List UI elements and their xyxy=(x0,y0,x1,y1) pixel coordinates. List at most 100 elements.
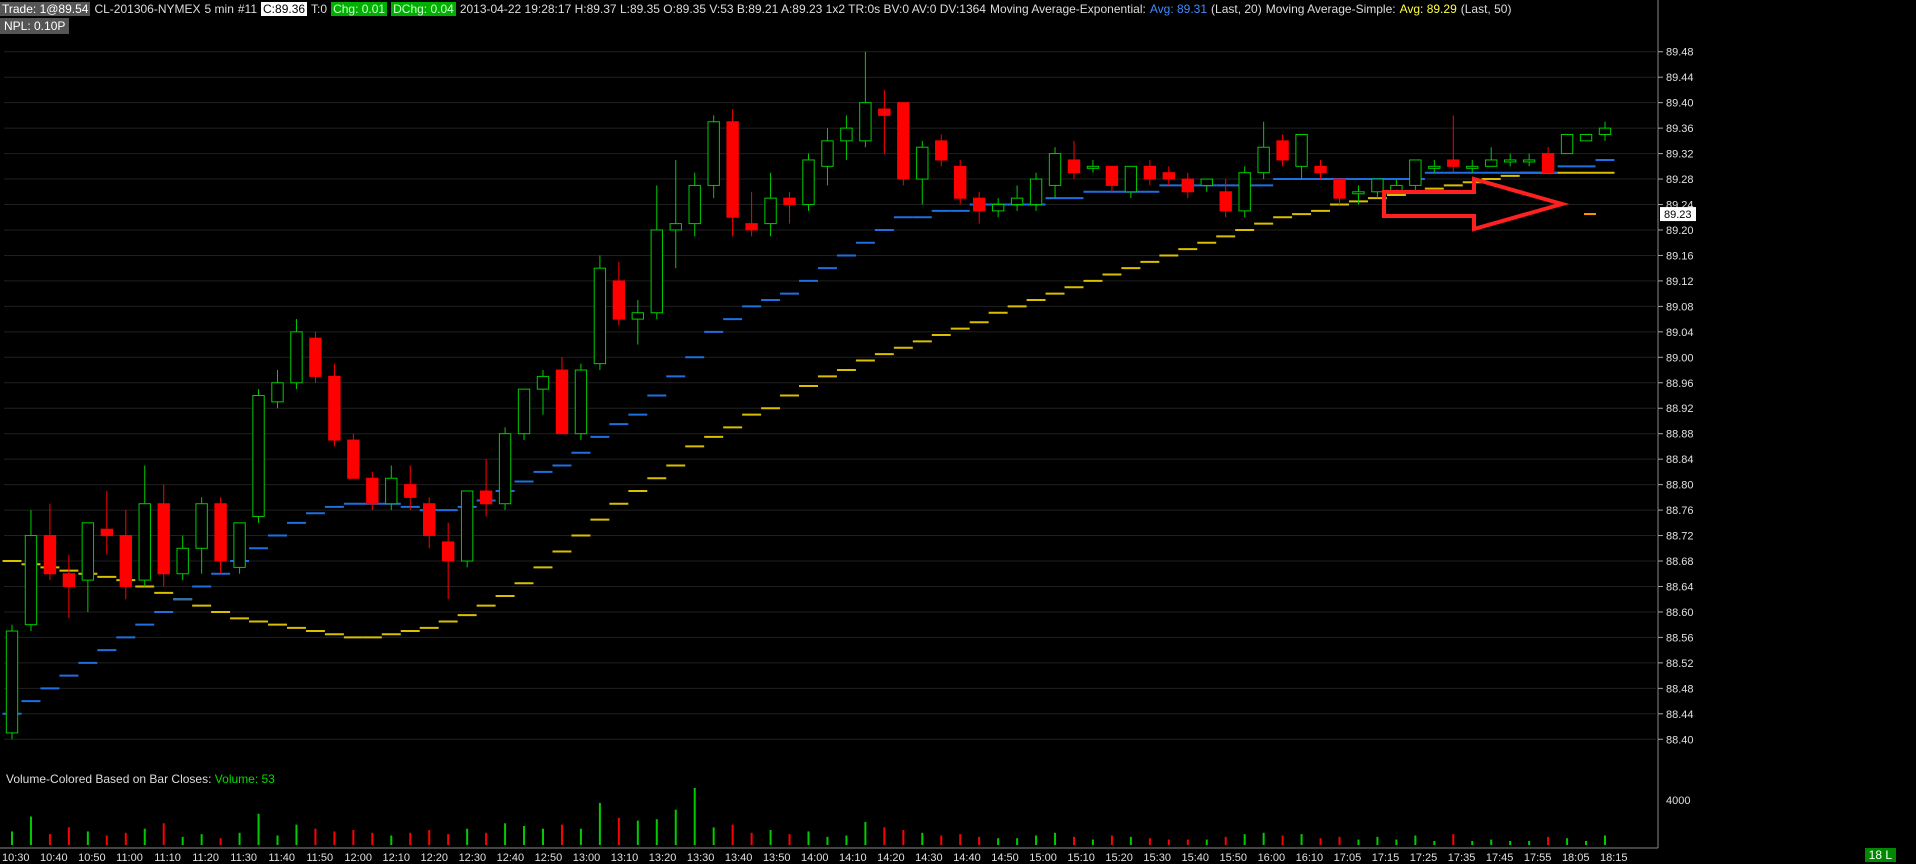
candle-body xyxy=(783,197,796,206)
candle xyxy=(650,185,663,320)
candle-body xyxy=(233,522,246,568)
candle xyxy=(1447,115,1460,173)
candle xyxy=(1466,159,1479,173)
x-tick-label: 15:40 xyxy=(1181,852,1209,864)
y-tick-label: 88.52 xyxy=(1666,658,1694,670)
candle-body xyxy=(1086,165,1100,169)
y-tick-label: 88.76 xyxy=(1666,505,1694,517)
x-tick-label: 12:20 xyxy=(421,852,449,864)
candle-body xyxy=(954,165,967,199)
candle-body xyxy=(1579,133,1593,142)
volume-value: Volume: 53 xyxy=(214,772,275,786)
candle xyxy=(385,465,398,511)
x-tick-label: 11:00 xyxy=(116,852,143,864)
candle xyxy=(859,51,872,148)
x-tick-label: 11:40 xyxy=(268,852,295,864)
y-tick-label: 88.72 xyxy=(1666,531,1694,543)
npl-chip: NPL: 0.10P xyxy=(0,18,70,34)
x-tick-label: 18:15 xyxy=(1600,852,1628,864)
candle-body xyxy=(290,331,303,384)
candle xyxy=(498,427,512,511)
candle-body xyxy=(1181,178,1194,193)
candle xyxy=(783,191,796,224)
candle xyxy=(309,331,322,383)
candle-body xyxy=(517,388,531,435)
x-tick-label: 10:40 xyxy=(40,852,68,864)
candle-body xyxy=(745,223,758,231)
candle xyxy=(1579,133,1593,142)
candle-body xyxy=(498,433,512,505)
candle xyxy=(271,370,284,409)
candle-body xyxy=(1522,159,1536,163)
candle-body xyxy=(650,229,663,314)
x-tick-label: 14:00 xyxy=(801,852,829,864)
candle-body xyxy=(878,108,891,116)
close-chip: C:89.36 xyxy=(261,2,308,16)
candle-body xyxy=(460,490,474,562)
volume-title: Volume-Colored Based on Bar Closes: xyxy=(6,772,212,786)
y-tick-label: 89.00 xyxy=(1666,352,1694,364)
candle xyxy=(1200,178,1213,192)
candle-body xyxy=(1541,153,1555,174)
x-tick-label: 11:10 xyxy=(154,852,181,864)
ema-period: (Last, 20) xyxy=(1211,2,1262,16)
candle-body xyxy=(859,102,872,142)
candle xyxy=(1333,178,1346,205)
x-tick-label: 11:50 xyxy=(306,852,333,864)
sma-period: (Last, 50) xyxy=(1460,2,1512,16)
y-tick-label: 89.20 xyxy=(1666,225,1694,237)
arrow-annotation xyxy=(1382,176,1570,232)
bar-number: #11 xyxy=(237,2,258,16)
candle xyxy=(1371,178,1384,199)
symbol-label: CL-201306-NYMEX xyxy=(94,2,201,16)
candle-body xyxy=(441,541,455,562)
price-chart[interactable]: 89.4889.4489.4089.3689.3289.2889.2489.20… xyxy=(0,0,1916,864)
candle-body xyxy=(1238,172,1251,212)
candle-body xyxy=(991,204,1005,212)
chg-chip: Chg: 0.01 xyxy=(331,2,388,16)
x-tick-label: 16:10 xyxy=(1296,852,1324,864)
candle xyxy=(897,102,910,186)
x-tick-label: 13:20 xyxy=(649,852,677,864)
candle-body xyxy=(669,223,682,231)
x-tick-label: 13:40 xyxy=(725,852,753,864)
candle-body xyxy=(1219,191,1232,212)
candle-body xyxy=(631,312,645,320)
interval-label: 5 min xyxy=(204,2,234,16)
candle xyxy=(1105,165,1119,192)
y-tick-label: 88.64 xyxy=(1666,581,1694,593)
candle xyxy=(878,89,891,154)
candle-body xyxy=(157,503,170,575)
dchg-chip: DChg: 0.04 xyxy=(391,2,456,16)
ema-line xyxy=(2,158,1615,715)
x-tick-label: 11:30 xyxy=(230,852,257,864)
candle-body xyxy=(195,503,208,549)
candle-body xyxy=(1124,165,1138,193)
x-tick-label: 15:20 xyxy=(1105,852,1133,864)
candle-body xyxy=(897,102,910,180)
candle xyxy=(460,490,474,568)
candle-body xyxy=(574,369,588,435)
candle xyxy=(100,490,114,555)
candle-body xyxy=(1466,165,1479,169)
candle xyxy=(347,433,360,479)
chart-header: Trade: 1@89.54 CL-201306-NYMEX 5 min #11… xyxy=(0,0,1515,18)
y-tick-label: 88.96 xyxy=(1666,378,1694,390)
candle xyxy=(574,363,588,441)
candle xyxy=(1048,147,1062,199)
volume-label: Volume-Colored Based on Bar Closes: Volu… xyxy=(6,772,275,786)
trade-chip[interactable]: Trade: 1@89.54 xyxy=(0,2,91,16)
status-badge: 18 L xyxy=(1864,848,1896,862)
candle xyxy=(1314,159,1327,180)
candle-body xyxy=(252,395,265,517)
candle-body xyxy=(1428,165,1441,169)
candle-body xyxy=(62,573,76,587)
candle-body xyxy=(366,477,379,505)
candle xyxy=(290,319,303,390)
candle xyxy=(1390,179,1403,193)
candle-body xyxy=(309,337,322,377)
sma-avg: Avg: 89.29 xyxy=(1399,2,1457,16)
y-tick-label: 88.92 xyxy=(1666,403,1694,415)
y-tick-label: 89.08 xyxy=(1666,301,1694,313)
x-tick-label: 17:15 xyxy=(1372,852,1400,864)
